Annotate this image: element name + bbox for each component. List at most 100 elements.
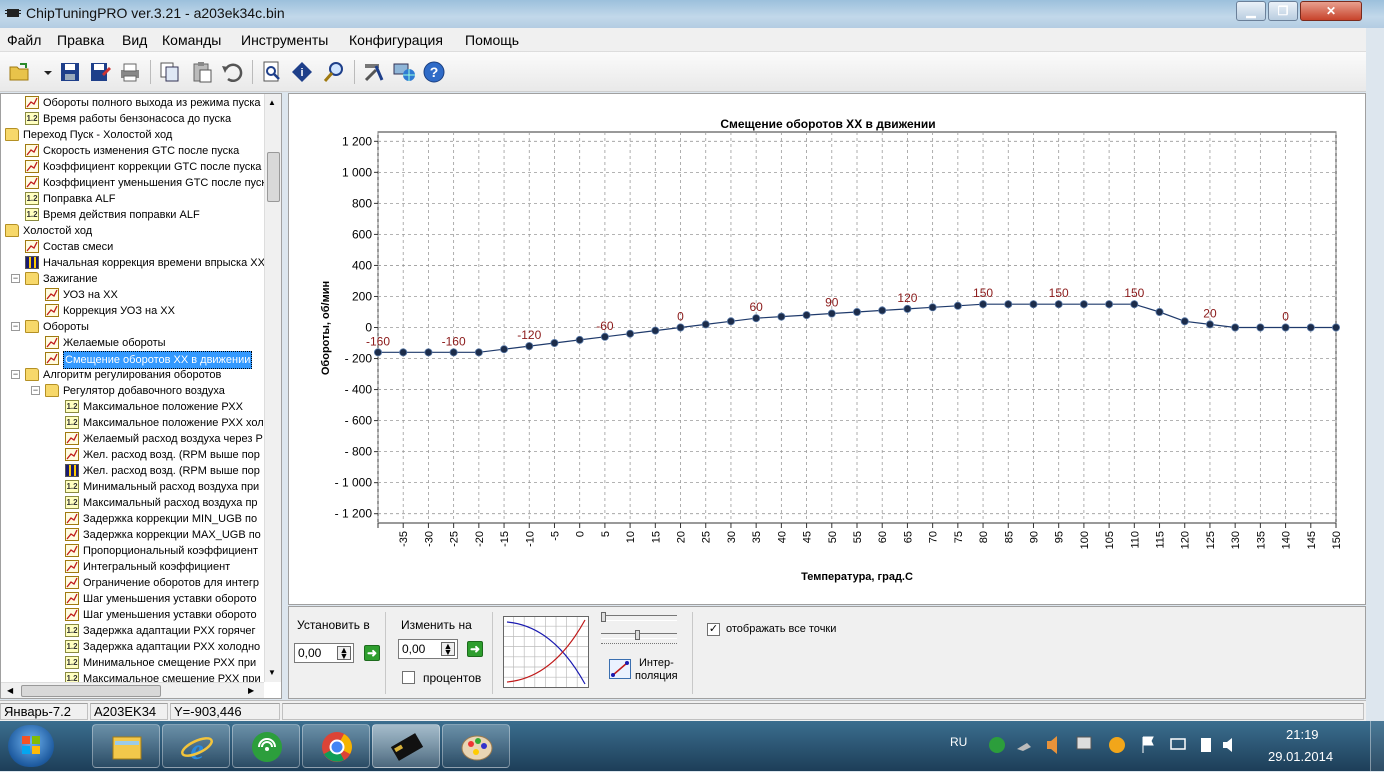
x-tick-label: 10 — [625, 531, 637, 543]
percent-checkbox[interactable] — [402, 671, 415, 684]
language-indicator[interactable]: RU — [950, 735, 967, 749]
open-icon[interactable] — [8, 60, 32, 84]
tree-item-label: Алгоритм регулирования оборотов — [43, 369, 222, 381]
save-icon[interactable] — [58, 60, 82, 84]
y-tick-label: 600 — [352, 227, 372, 241]
menu-file[interactable]: Файл — [7, 32, 41, 48]
tray-network-app-icon[interactable] — [989, 737, 1005, 753]
close-button[interactable]: ✕ — [1300, 1, 1362, 21]
graph-icon — [65, 528, 79, 541]
tools-icon[interactable] — [362, 60, 386, 84]
data-point — [928, 303, 937, 312]
data-point — [1281, 323, 1290, 332]
table-icon: 1.2 — [65, 624, 79, 637]
tree-item-label: Ограничение оборотов для интегр — [83, 577, 259, 589]
collapse-icon[interactable]: − — [31, 386, 40, 395]
tree-horizontal-scrollbar[interactable]: ◀ ▶ — [1, 682, 264, 698]
data-point — [626, 329, 635, 338]
chart-svg[interactable]: Смещение оборотов ХХ в движении Обороты,… — [289, 94, 1365, 604]
network-icon[interactable] — [392, 60, 416, 84]
svg-text:?: ? — [430, 64, 439, 80]
change-value-input[interactable]: 0,00 ▲ ▼ — [398, 639, 458, 659]
search-doc-icon[interactable] — [260, 60, 284, 84]
y-tick-label: 200 — [352, 289, 372, 303]
divider — [385, 612, 386, 694]
clock-date[interactable]: 29.01.2014 — [1268, 749, 1333, 764]
zoom-icon[interactable] — [322, 60, 346, 84]
interpolation-slider-2[interactable] — [601, 630, 677, 640]
minimize-button[interactable]: ▁ — [1236, 1, 1266, 21]
volume-mixer-icon[interactable] — [1047, 736, 1057, 754]
tray-pen-icon[interactable] — [1017, 743, 1031, 751]
apply-change-button[interactable]: ➜ — [467, 641, 483, 657]
tree-horizontal-scroll-thumb[interactable] — [21, 685, 161, 697]
network-app-icon[interactable] — [232, 724, 300, 768]
print-icon[interactable] — [118, 60, 142, 84]
clock-time[interactable]: 21:19 — [1286, 727, 1319, 742]
dropdown-icon[interactable] — [36, 60, 52, 84]
show-desktop-button[interactable] — [1370, 721, 1384, 771]
volume-icon[interactable] — [1223, 738, 1232, 752]
file-explorer-icon[interactable] — [92, 724, 160, 768]
collapse-icon[interactable]: − — [11, 322, 20, 331]
slider-thumb[interactable] — [601, 612, 606, 622]
paint-icon[interactable] — [442, 724, 510, 768]
status-cursor-y: Y=-903,446 — [170, 703, 280, 720]
collapse-icon[interactable]: − — [11, 274, 20, 283]
data-label: 150 — [1049, 286, 1069, 300]
x-tick-label: 90 — [1028, 531, 1040, 543]
help-icon[interactable]: ? — [422, 60, 446, 84]
data-label: 90 — [825, 296, 839, 310]
menu-edit[interactable]: Правка — [57, 32, 104, 48]
menu-commands[interactable]: Команды — [162, 32, 221, 48]
chiptuning-icon[interactable] — [372, 724, 440, 768]
info-icon[interactable]: i — [290, 60, 314, 84]
show-all-points-checkbox[interactable]: ✓ — [707, 623, 720, 636]
chart-title: Смещение оборотов ХХ в движении — [720, 117, 935, 131]
internet-explorer-icon[interactable]: e — [162, 724, 230, 768]
scroll-left-icon[interactable]: ◀ — [7, 686, 13, 695]
interpolate-button[interactable] — [609, 659, 631, 679]
graph-icon — [65, 544, 79, 557]
graph-icon — [25, 240, 39, 253]
interpolation-curve-preview[interactable] — [503, 616, 589, 688]
menu-help[interactable]: Помощь — [465, 32, 519, 48]
x-tick-label: 140 — [1281, 531, 1293, 549]
collapse-icon[interactable]: − — [11, 370, 20, 379]
windows-start-icon[interactable] — [8, 725, 54, 767]
scroll-down-icon[interactable]: ▼ — [268, 668, 276, 677]
undo-icon[interactable] — [220, 60, 244, 84]
tray-display-icon[interactable] — [1076, 736, 1092, 750]
change-value-label: Изменить на — [401, 618, 472, 632]
change-value-spinner[interactable]: ▲ ▼ — [441, 642, 455, 657]
window-title: ChipTuningPRO ver.3.21 - a203ek34c.bin — [26, 5, 285, 21]
copy-icon[interactable] — [158, 60, 182, 84]
chrome-icon[interactable] — [302, 724, 370, 768]
save-as-icon[interactable] — [88, 60, 112, 84]
set-value-spinner[interactable]: ▲ ▼ — [337, 646, 351, 661]
action-center-flag-icon[interactable] — [1142, 736, 1154, 753]
interpolation-slider-1[interactable] — [601, 612, 677, 622]
tray-network-icon[interactable] — [1170, 738, 1186, 750]
x-tick-label: -15 — [499, 531, 511, 547]
paste-icon[interactable] — [190, 60, 214, 84]
scroll-right-icon[interactable]: ▶ — [248, 686, 254, 695]
set-value-input[interactable]: 0,00 ▲ ▼ — [294, 643, 354, 663]
restore-button[interactable]: ❐ — [1268, 1, 1298, 21]
apply-set-button[interactable]: ➜ — [364, 645, 380, 661]
menu-configuration[interactable]: Конфигурация — [349, 32, 443, 48]
x-tick-label: 15 — [650, 531, 662, 543]
data-point — [878, 306, 887, 315]
y-tick-label: - 400 — [345, 383, 373, 397]
tray-battery-icon[interactable] — [1201, 738, 1211, 752]
menu-view[interactable]: Вид — [122, 32, 147, 48]
interpolation-slider-3[interactable] — [601, 643, 677, 649]
menu-tools[interactable]: Инструменты — [241, 32, 328, 48]
tree-item-label: Пропорциональный коэффициент — [83, 545, 259, 557]
tree-item-label: Желаемые обороты — [63, 337, 166, 349]
tree-vertical-scroll-thumb[interactable] — [267, 152, 280, 202]
tree-vertical-scrollbar[interactable]: ▲ ▼ — [264, 94, 281, 682]
scroll-up-icon[interactable]: ▲ — [268, 98, 276, 107]
slider-thumb[interactable] — [635, 630, 640, 640]
tray-update-icon[interactable] — [1109, 737, 1125, 753]
